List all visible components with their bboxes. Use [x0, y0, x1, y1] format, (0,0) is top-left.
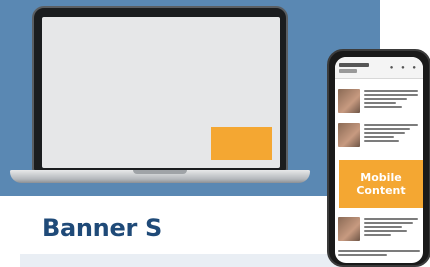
- mobile-ad-line2: Content: [356, 184, 406, 197]
- mobile-ad-line1: Mobile: [360, 171, 402, 184]
- feed-thumbnail: [338, 89, 360, 113]
- banner-card: Banner S: [20, 202, 350, 267]
- feed-item: [338, 247, 420, 263]
- mobile-ad-label: Mobile Content: [339, 171, 423, 197]
- phone-header-icons: ● ● ●: [389, 65, 419, 71]
- mobile-content-ad: Mobile Content: [339, 160, 423, 208]
- feed-text-lines: [364, 124, 418, 144]
- laptop-screen: [42, 17, 280, 168]
- feed-item: [338, 87, 420, 117]
- laptop-lid: [32, 6, 288, 172]
- laptop-base: [10, 170, 310, 183]
- phone-mockup: ● ● ● Mobile Content: [327, 49, 430, 267]
- feed-text-lines: [364, 218, 418, 238]
- phone-logo: [339, 63, 369, 75]
- feed-thumbnail: [338, 123, 360, 147]
- phone-header: ● ● ●: [335, 57, 423, 79]
- illustration: Banner S ● ● ● Mobile Content: [0, 0, 430, 267]
- banner-card-top: Banner S: [20, 202, 350, 254]
- feed-item: [338, 121, 420, 151]
- feed-text-lines: [338, 250, 420, 258]
- phone-screen: ● ● ● Mobile Content: [335, 57, 423, 263]
- laptop-mockup: [10, 6, 310, 190]
- laptop-notch: [133, 170, 187, 174]
- banner-title: Banner S: [42, 214, 163, 242]
- laptop-ad-placeholder: [211, 127, 272, 160]
- feed-item: [338, 215, 420, 245]
- feed-text-lines: [364, 90, 418, 110]
- feed-thumbnail: [338, 217, 360, 241]
